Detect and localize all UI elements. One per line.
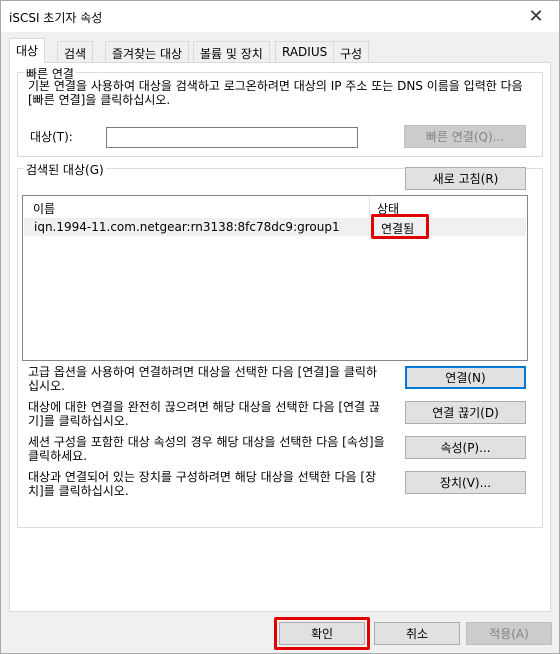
ok-highlight-box [274,617,370,650]
cancel-button[interactable]: 취소 [374,622,460,645]
devices-button[interactable]: 장치(V)... [405,471,526,494]
quick-connect-button[interactable]: 빠른 연결(Q)... [404,125,526,148]
disconnect-description: 대상에 대한 연결을 완전히 끊으려면 해당 대상을 선택한 다음 [연결 끊기… [28,400,380,428]
window-title: iSCSI 초기자 속성 [9,11,103,25]
tab-strip: 대상 검색 즐겨찾는 대상 볼륨 및 장치 RADIUS 구성 [9,38,549,63]
column-header-name[interactable]: 이름 [33,200,55,217]
tab-favorite-targets[interactable]: 즐겨찾는 대상 [105,41,190,62]
tab-radius[interactable]: RADIUS [275,41,335,62]
discovered-targets-legend: 검색된 대상(G) [24,161,106,178]
properties-description: 세션 구성을 포함한 대상 속성의 경우 해당 대상을 선택한 다음 [속성]을… [28,435,385,463]
disconnect-button[interactable]: 연결 끊기(D) [405,401,526,424]
target-input[interactable] [106,127,358,148]
targets-list[interactable]: 이름 상태 iqn.1994-11.com.netgear:rn3138:8fc… [22,195,528,361]
tab-volumes-devices[interactable]: 볼륨 및 장치 [193,41,270,62]
devices-description: 대상과 연결되어 있는 장치를 구성하려면 해당 대상을 선택한 다음 [장치]… [28,470,377,498]
targets-panel: 빠른 연결 기본 연결을 사용하여 대상을 검색하고 로그온하려면 대상의 IP… [9,62,551,612]
properties-button[interactable]: 속성(P)... [405,436,526,459]
close-icon[interactable]: ✕ [513,1,559,31]
title-bar: iSCSI 초기자 속성 ✕ [1,1,559,32]
tab-discovery[interactable]: 검색 [57,41,94,62]
status-highlight-box [371,214,429,239]
tab-targets[interactable]: 대상 [9,38,46,63]
dialog-footer: 확인 취소 적용(A) [1,613,559,653]
quick-connect-description: 기본 연결을 사용하여 대상을 검색하고 로그온하려면 대상의 IP 주소 또는… [28,79,523,107]
column-separator[interactable] [369,196,370,216]
table-row[interactable]: iqn.1994-11.com.netgear:rn3138:8fc78dc9:… [24,218,526,236]
dialog-window: iSCSI 초기자 속성 ✕ 대상 검색 즐겨찾는 대상 볼륨 및 장치 RAD… [0,0,560,654]
refresh-button[interactable]: 새로 고침(R) [405,167,526,190]
connect-button[interactable]: 연결(N) [405,366,526,389]
target-label: 대상(T): [30,130,73,144]
apply-button[interactable]: 적용(A) [466,622,552,645]
target-name-cell: iqn.1994-11.com.netgear:rn3138:8fc78dc9:… [34,220,340,234]
connect-description: 고급 옵션을 사용하여 연결하려면 대상을 선택한 다음 [연결]을 클릭하십시… [28,365,378,393]
list-header: 이름 상태 [23,196,527,216]
tab-configuration[interactable]: 구성 [333,41,370,62]
